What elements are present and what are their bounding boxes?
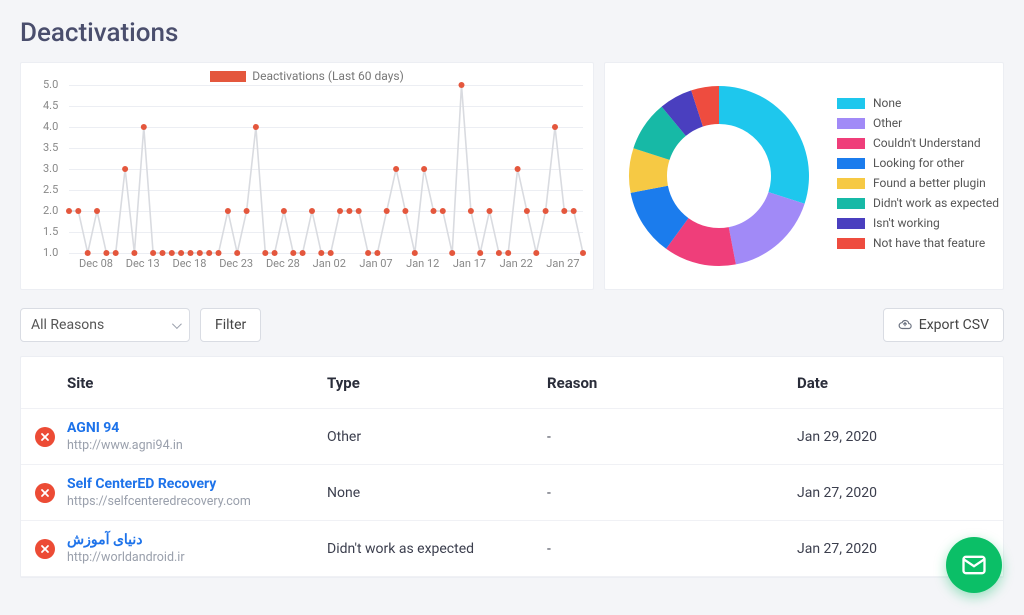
donut-legend-item[interactable]: Other [837,116,999,130]
export-csv-label: Export CSV [919,317,989,333]
site-url: https://selfcenteredrecovery.com [67,494,317,509]
table-row[interactable]: دنیای آموزش http://worldandroid.ir Didn't … [21,521,1003,577]
col-type: Type [327,374,547,392]
legend-label: None [873,96,901,110]
close-icon[interactable] [35,539,55,559]
donut-legend: None Other Couldn't Understand Looking for … [837,96,999,256]
cell-reason: - [547,429,797,445]
y-tick-label: 1.0 [43,246,58,259]
donut-legend-item[interactable]: Found a better plugin [837,176,999,190]
page-title: Deactivations [0,0,1024,62]
site-name-link[interactable]: AGNI 94 [67,420,317,436]
y-tick-label: 4.0 [43,120,58,133]
line-chart-legend: Deactivations (Last 60 days) [29,69,585,83]
legend-swatch [837,98,865,109]
reasons-select-label: All Reasons [31,317,104,333]
x-tick-label: Dec 13 [126,257,160,270]
legend-label: Looking for other [873,156,964,170]
y-tick-label: 4.5 [43,99,58,112]
cell-date: Jan 27, 2020 [797,485,1003,501]
legend-swatch [837,198,865,209]
close-icon[interactable] [35,483,55,503]
legend-swatch [837,138,865,149]
donut-chart [619,76,819,276]
mail-icon [960,551,988,579]
deactivations-table: Site Type Reason Date AGNI 94 http://www.… [20,356,1004,578]
line-chart-card: Deactivations (Last 60 days) 1.0 1.5 2.0 2.… [20,62,594,290]
x-tick-label: Jan 27 [546,257,579,270]
x-tick-label: Dec 18 [172,257,206,270]
y-tick-label: 1.5 [43,225,58,238]
site-url: http://www.agni94.in [67,438,317,453]
table-header: Site Type Reason Date [21,357,1003,409]
donut-legend-item[interactable]: Looking for other [837,156,999,170]
site-name-link[interactable]: دنیای آموزش [67,532,317,548]
legend-label: Other [873,116,902,130]
cell-type: None [327,485,547,501]
reasons-select[interactable]: All Reasons [20,308,190,342]
legend-label: Not have that feature [873,236,985,250]
y-tick-label: 2.5 [43,183,58,196]
x-tick-label: Jan 02 [313,257,346,270]
cell-reason: - [547,541,797,557]
site-name-link[interactable]: Self CenterED Recovery [67,476,317,492]
cloud-upload-icon [898,318,912,332]
x-tick-label: Jan 12 [406,257,439,270]
donut-legend-item[interactable]: Isn't working [837,216,999,230]
donut-legend-item[interactable]: Didn't work as expected [837,196,999,210]
close-icon[interactable] [35,427,55,447]
cell-type: Didn't work as expected [327,541,547,557]
x-tick-label: Dec 08 [79,257,113,270]
contact-fab[interactable] [946,537,1002,593]
donut-legend-item[interactable]: Not have that feature [837,236,999,250]
cell-type: Other [327,429,547,445]
donut-chart-card: None Other Couldn't Understand Looking for … [604,62,1004,290]
line-chart-title: Deactivations (Last 60 days) [252,69,404,83]
legend-swatch [837,118,865,129]
donut-legend-item[interactable]: None [837,96,999,110]
donut-legend-item[interactable]: Couldn't Understand [837,136,999,150]
col-reason: Reason [547,374,797,392]
legend-label: Found a better plugin [873,176,986,190]
cell-date: Jan 29, 2020 [797,429,1003,445]
legend-label: Didn't work as expected [873,196,999,210]
legend-swatch [837,218,865,229]
y-tick-label: 3.0 [43,162,58,175]
y-tick-label: 2.0 [43,204,58,217]
x-tick-label: Jan 07 [359,257,392,270]
y-tick-label: 3.5 [43,141,58,154]
x-tick-label: Jan 17 [453,257,486,270]
legend-label: Isn't working [873,216,940,230]
site-url: http://worldandroid.ir [67,550,317,565]
legend-swatch [837,158,865,169]
legend-swatch [210,71,246,82]
y-tick-label: 5.0 [43,78,58,91]
chevron-down-icon [172,319,182,329]
table-row[interactable]: AGNI 94 http://www.agni94.in Other-Jan 29,… [21,409,1003,465]
legend-swatch [837,238,865,249]
legend-label: Couldn't Understand [873,136,981,150]
table-row[interactable]: Self CenterED Recovery https://selfcenter… [21,465,1003,521]
legend-swatch [837,178,865,189]
col-date: Date [797,374,1003,392]
cell-reason: - [547,485,797,501]
x-tick-label: Dec 28 [266,257,300,270]
export-csv-button[interactable]: Export CSV [883,308,1004,342]
col-site: Site [67,374,327,392]
filter-button[interactable]: Filter [200,308,261,342]
x-tick-label: Jan 22 [500,257,533,270]
line-chart-plot: 1.01.52.02.53.03.54.04.55.0Dec 08Dec 13D… [29,85,585,273]
filter-button-label: Filter [215,317,246,333]
x-tick-label: Dec 23 [219,257,253,270]
